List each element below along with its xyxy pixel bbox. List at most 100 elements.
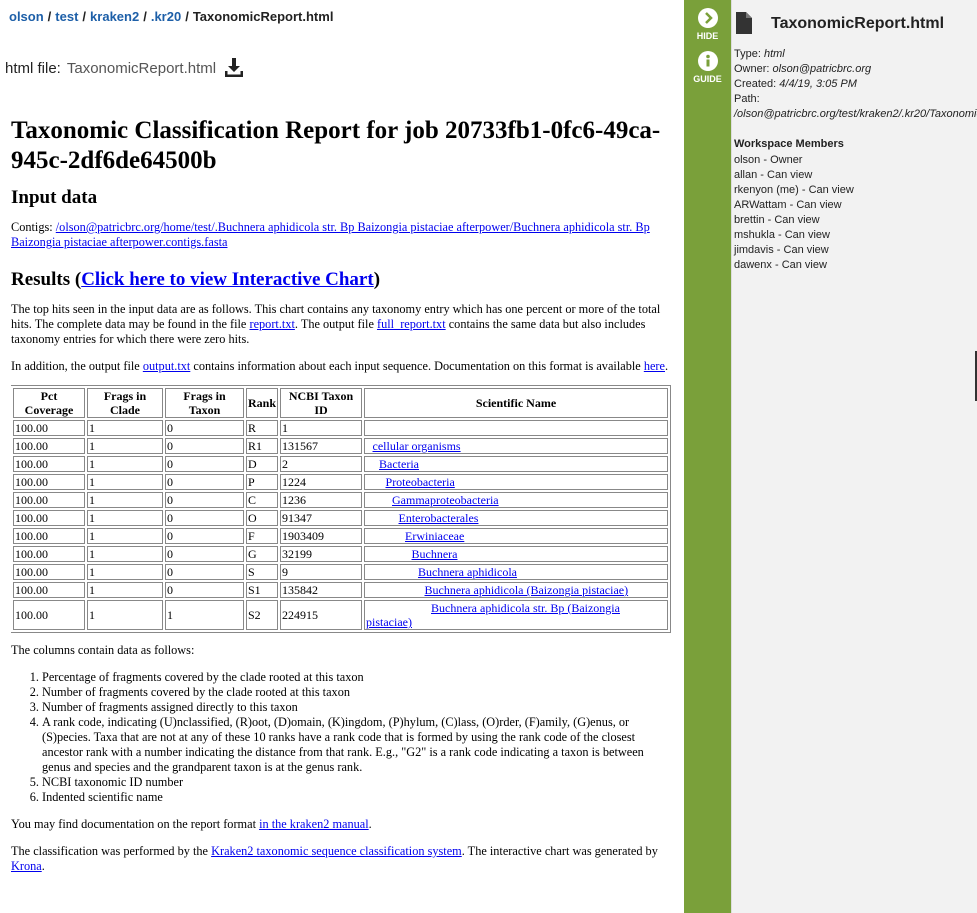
col-header-rank: Rank bbox=[246, 388, 279, 418]
contigs-label: Contigs: bbox=[11, 220, 53, 234]
meta-value: 4/4/19, 3:05 PM bbox=[779, 78, 857, 90]
cell-rank: R bbox=[246, 420, 279, 436]
cell-frags-clade: 1 bbox=[87, 600, 163, 630]
table-row: 100.00 1 0 R1 131567 cellular organisms bbox=[13, 438, 668, 454]
taxon-link[interactable]: Buchnera bbox=[412, 547, 458, 561]
table-row: 100.00 1 0 S1 135842 Buchnera aphidicola (Bai… bbox=[13, 582, 668, 598]
breadcrumb-item-kraken2[interactable]: kraken2 bbox=[90, 9, 139, 24]
text-span: In addition, the output file bbox=[11, 359, 143, 373]
cell-scientific-name: cellular organisms bbox=[364, 438, 668, 454]
table-row: 100.00 1 0 P 1224 Proteobacteria bbox=[13, 474, 668, 490]
kraken2-manual-link[interactable]: in the kraken2 manual bbox=[259, 817, 369, 831]
breadcrumb-item-test[interactable]: test bbox=[55, 9, 78, 24]
taxon-link[interactable]: Proteobacteria bbox=[386, 475, 455, 489]
member-item: dawenx - Can view bbox=[734, 259, 827, 271]
cell-pct: 100.00 bbox=[13, 600, 85, 630]
taxon-link[interactable]: Buchnera aphidicola str. Bp (Baizongia p… bbox=[366, 601, 620, 629]
taxon-link[interactable]: cellular organisms bbox=[373, 439, 461, 453]
output-txt-link[interactable]: output.txt bbox=[143, 359, 190, 373]
cell-ncbi-id: 1224 bbox=[280, 474, 363, 490]
taxon-link[interactable]: Gammaproteobacteria bbox=[392, 493, 499, 507]
cell-frags-taxon: 0 bbox=[165, 528, 244, 544]
workspace-members-list: olson - Owner allan - Can view rkenyon (me… bbox=[734, 153, 854, 273]
list-item: Number of fragments assigned directly to… bbox=[42, 700, 673, 715]
cell-frags-clade: 1 bbox=[87, 546, 163, 562]
list-item: Number of fragments covered by the clade… bbox=[42, 685, 673, 700]
taxon-link[interactable]: Erwiniaceae bbox=[405, 529, 464, 543]
top-hits-paragraph: The top hits seen in the input data are … bbox=[11, 302, 673, 347]
kraken2-system-link[interactable]: Kraken2 taxonomic sequence classificatio… bbox=[211, 844, 462, 858]
cell-frags-clade: 1 bbox=[87, 582, 163, 598]
text-span: contains information about each input se… bbox=[190, 359, 644, 373]
cell-rank: G bbox=[246, 546, 279, 562]
columns-list: Percentage of fragments covered by the c… bbox=[11, 670, 673, 805]
cell-scientific-name: Buchnera bbox=[364, 546, 668, 562]
cell-frags-taxon: 0 bbox=[165, 510, 244, 526]
panel-title: TaxonomicReport.html bbox=[771, 15, 945, 32]
member-item: rkenyon (me) - Can view bbox=[734, 184, 854, 196]
table-row: 100.00 1 0 D 2 Bacteria bbox=[13, 456, 668, 472]
taxon-link[interactable]: Buchnera aphidicola bbox=[418, 565, 517, 579]
chevron-right-circle-icon bbox=[697, 8, 718, 28]
list-item: Indented scientific name bbox=[42, 790, 673, 805]
cell-frags-taxon: 0 bbox=[165, 438, 244, 454]
col-header-taxon: Frags in Taxon bbox=[165, 388, 244, 418]
cell-scientific-name bbox=[364, 420, 668, 436]
contigs-paragraph: Contigs: /olson@patricbrc.org/home/test/… bbox=[11, 220, 673, 250]
report-txt-link[interactable]: report.txt bbox=[249, 317, 294, 331]
breadcrumb: olson / test / kraken2/.kr20/TaxonomicReport… bbox=[9, 9, 333, 24]
cell-scientific-name: Buchnera aphidicola str. Bp (Baizongia p… bbox=[364, 600, 668, 630]
file-header: html file: TaxonomicReport.html bbox=[5, 57, 244, 79]
cell-rank: F bbox=[246, 528, 279, 544]
breadcrumb-separator: / bbox=[47, 9, 52, 24]
breadcrumb-item-olson[interactable]: olson bbox=[9, 9, 44, 24]
cell-pct: 100.00 bbox=[13, 456, 85, 472]
col-header-pct: Pct Coverage bbox=[13, 388, 85, 418]
cell-frags-clade: 1 bbox=[87, 456, 163, 472]
text-span: The classification was performed by the bbox=[11, 844, 212, 858]
taxon-link[interactable]: Buchnera aphidicola (Baizongia pistaciae… bbox=[425, 583, 629, 597]
cell-rank: R1 bbox=[246, 438, 279, 454]
here-link[interactable]: here bbox=[644, 359, 665, 373]
breadcrumb-separator: / bbox=[143, 9, 147, 24]
breadcrumb-item-kr20[interactable]: .kr20 bbox=[151, 9, 181, 24]
cell-rank: D bbox=[246, 456, 279, 472]
input-data-heading: Input data bbox=[11, 187, 98, 208]
meta-label: Type: bbox=[734, 48, 761, 60]
taxon-link[interactable]: Enterobacterales bbox=[399, 511, 479, 525]
meta-owner: Owner: olson@patricbrc.org bbox=[734, 62, 977, 77]
member-item: mshukla - Can view bbox=[734, 229, 830, 241]
report-title: Taxonomic Classification Report for job … bbox=[11, 117, 661, 174]
side-rail: HIDE GUIDE bbox=[684, 0, 731, 913]
cell-ncbi-id: 91347 bbox=[280, 510, 363, 526]
taxonomy-table: Pct Coverage Frags in Clade Frags in Tax… bbox=[11, 385, 671, 633]
report-content: Taxonomic Classification Report for job … bbox=[11, 104, 673, 913]
hide-button[interactable]: HIDE bbox=[684, 8, 731, 41]
col-header-clade: Frags in Clade bbox=[87, 388, 163, 418]
cell-frags-clade: 1 bbox=[87, 528, 163, 544]
results-heading: Results (Click here to view Interactive … bbox=[11, 268, 673, 292]
full-report-txt-link[interactable]: full_report.txt bbox=[377, 317, 446, 331]
list-item: A rank code, indicating (U)nclassified, … bbox=[42, 715, 673, 775]
taxon-link[interactable]: Bacteria bbox=[379, 457, 419, 471]
contigs-link[interactable]: /olson@patricbrc.org/home/test/.Buchnera… bbox=[11, 220, 650, 249]
details-panel: TaxonomicReport.html Type: html Owner: o… bbox=[731, 0, 977, 913]
list-item: NCBI taxonomic ID number bbox=[42, 775, 673, 790]
list-item: Percentage of fragments covered by the c… bbox=[42, 670, 673, 685]
results-prefix: Results ( bbox=[11, 269, 82, 290]
meta-value: olson@patricbrc.org bbox=[772, 63, 872, 75]
cell-frags-taxon: 0 bbox=[165, 456, 244, 472]
cell-pct: 100.00 bbox=[13, 420, 85, 436]
file-type-label: html file: bbox=[5, 59, 61, 77]
download-icon[interactable] bbox=[224, 57, 244, 79]
hide-label: HIDE bbox=[696, 31, 719, 41]
interactive-chart-link[interactable]: Click here to view Interactive Chart bbox=[81, 269, 374, 290]
cell-pct: 100.00 bbox=[13, 564, 85, 580]
cell-frags-clade: 1 bbox=[87, 420, 163, 436]
cell-pct: 100.00 bbox=[13, 492, 85, 508]
text-span: . bbox=[368, 817, 372, 831]
file-icon bbox=[736, 12, 752, 34]
krona-link[interactable]: Krona bbox=[11, 859, 42, 873]
col-header-name: Scientific Name bbox=[364, 388, 668, 418]
guide-button[interactable]: GUIDE bbox=[684, 51, 731, 84]
